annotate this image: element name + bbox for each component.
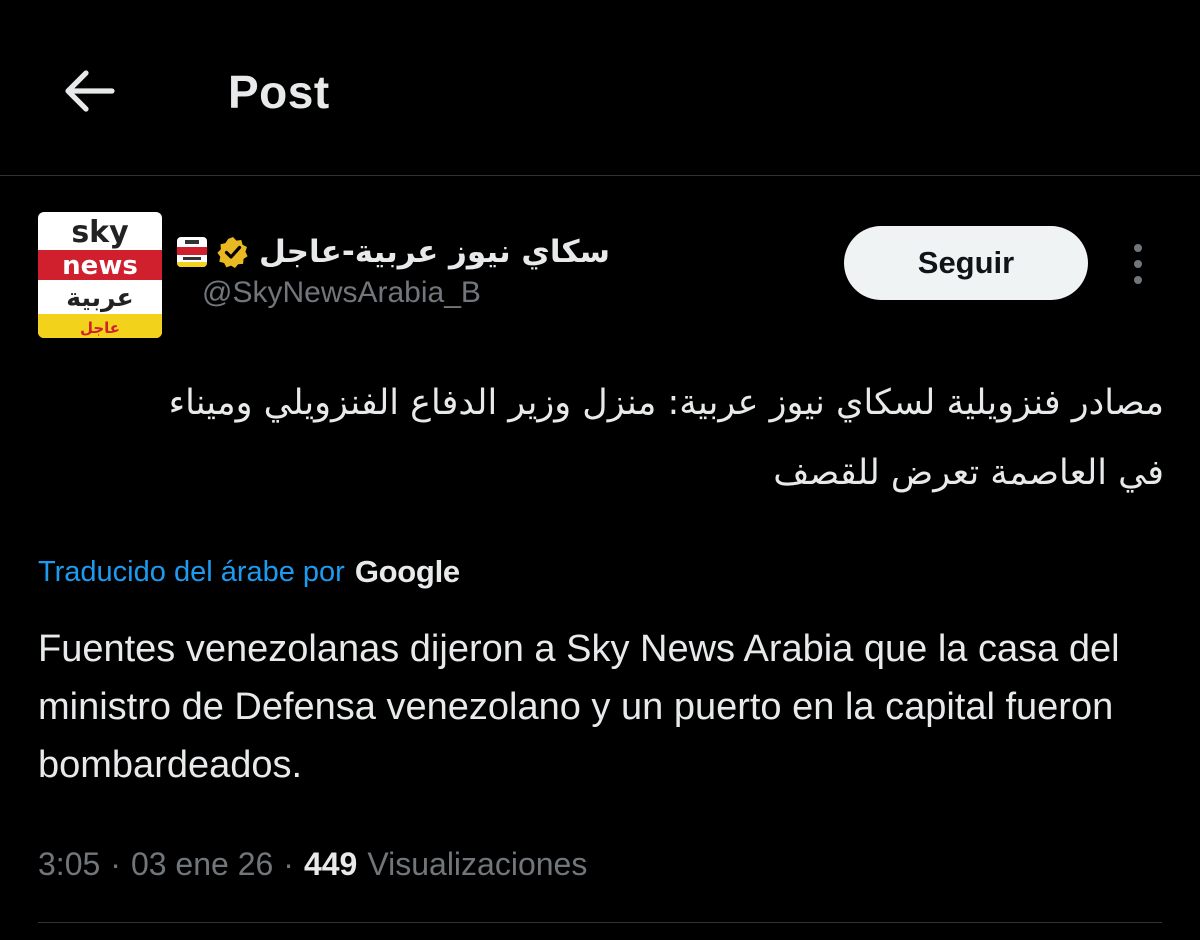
back-button[interactable] (58, 60, 120, 122)
more-dot-icon (1134, 276, 1142, 284)
translated-post-text: Fuentes venezolanas dijeron a Sky News A… (38, 628, 1120, 786)
post-time[interactable]: 3:05 (38, 846, 100, 883)
avatar[interactable]: sky news عربية عاجل (38, 212, 162, 338)
post-text: مصادر فنزويلية لسكاي نيوز عربية: منزل وز… (40, 368, 1164, 508)
meta-separator: · (110, 845, 121, 882)
translation-label-link[interactable]: Traducido del árabe por (38, 556, 345, 589)
more-dot-icon (1134, 244, 1142, 252)
post-author: سكاي نيوز عربية-عاجل @SkyNewsArabia_B (177, 226, 616, 316)
divider (38, 922, 1162, 923)
affiliate-badge-icon[interactable] (177, 237, 208, 267)
logo-line-sky: sky (71, 215, 129, 250)
sky-news-arabia-logo: sky news عربية عاجل (38, 212, 162, 338)
views-count[interactable]: 449 (304, 846, 357, 883)
header: Post (0, 0, 1200, 176)
meta-separator: · (283, 845, 294, 882)
post-text-line: في العاصمة تعرض للقصف (773, 453, 1164, 493)
translation-attribution: Traducido del árabe por Google (38, 550, 460, 594)
verified-badge-icon[interactable] (217, 236, 249, 268)
page-title: Post (228, 66, 330, 118)
author-name-row: سكاي نيوز عربية-عاجل (177, 230, 610, 274)
more-options-button[interactable] (1116, 236, 1160, 292)
logo-line-ajil: عاجل (80, 319, 120, 337)
logo-line-arabiya: عربية (66, 283, 133, 313)
author-display-name[interactable]: سكاي نيوز عربية-عاجل (259, 234, 610, 270)
post-text-line: مصادر فنزويلية لسكاي نيوز عربية: منزل وز… (168, 383, 1164, 423)
more-dot-icon (1134, 260, 1142, 268)
author-handle[interactable]: @SkyNewsArabia_B (202, 276, 481, 310)
views-label[interactable]: Visualizaciones (367, 846, 587, 883)
follow-button[interactable]: Seguir (844, 226, 1088, 300)
post-date[interactable]: 03 ene 26 (131, 846, 273, 883)
post-meta: 3:05 · 03 ene 26 · 449 Visualizaciones (38, 840, 587, 888)
arrow-left-icon (65, 70, 115, 112)
logo-line-news: news (62, 251, 138, 281)
google-logo: Google (354, 554, 460, 589)
